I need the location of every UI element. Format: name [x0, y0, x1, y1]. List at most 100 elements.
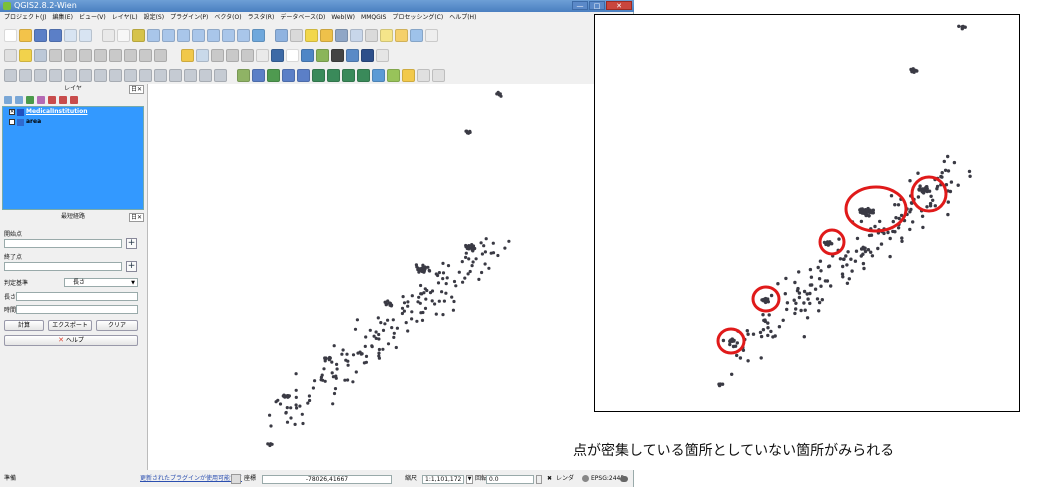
end-point-input[interactable]	[4, 262, 122, 271]
delete-ring-icon[interactable]	[79, 68, 92, 82]
menu-plugins[interactable]: プラグイン(P)	[170, 12, 208, 24]
current-edits-icon[interactable]	[4, 48, 17, 62]
field-calculator-icon[interactable]	[350, 28, 363, 42]
gps-icon[interactable]	[417, 68, 430, 82]
add-delimited-text-icon[interactable]	[372, 68, 385, 82]
measure-icon[interactable]	[365, 28, 378, 42]
merge-attributes-icon[interactable]	[184, 68, 197, 82]
minimize-button[interactable]: —	[572, 1, 588, 10]
coordinate-field[interactable]: -78026,41667	[262, 475, 392, 484]
print-composer-icon[interactable]	[64, 28, 77, 42]
menu-database[interactable]: データベース(D)	[280, 12, 325, 24]
menu-mmqgis[interactable]: MMQGIS	[361, 12, 386, 24]
pan-icon[interactable]	[102, 28, 115, 42]
python-console-icon[interactable]	[271, 48, 284, 62]
help-button[interactable]: ✕ ヘルプ	[4, 335, 138, 346]
simplify-icon[interactable]	[19, 68, 32, 82]
export-button[interactable]: エクスポート	[48, 320, 92, 331]
new-shapefile-icon[interactable]	[387, 68, 400, 82]
coordinate-toggle-icon[interactable]	[231, 474, 241, 484]
identify-icon[interactable]	[275, 28, 288, 42]
rotate-symbol-icon[interactable]	[199, 68, 212, 82]
action-icon[interactable]	[290, 28, 303, 42]
georeferencer-icon[interactable]	[432, 68, 445, 82]
pan-to-selection-icon[interactable]	[132, 28, 145, 42]
start-point-capture-button[interactable]: +	[126, 238, 137, 249]
zoom-full-icon[interactable]	[177, 28, 190, 42]
composer-manager-icon[interactable]	[79, 28, 92, 42]
reshape-icon[interactable]	[109, 68, 122, 82]
show-bookmarks-icon[interactable]	[410, 28, 423, 42]
add-wms-icon[interactable]	[327, 68, 340, 82]
layer-labeling-icon[interactable]	[196, 48, 209, 62]
binoculars-icon[interactable]	[331, 48, 344, 62]
delete-part-icon[interactable]	[94, 68, 107, 82]
add-part-icon[interactable]	[49, 68, 62, 82]
add-postgis-icon[interactable]	[267, 68, 280, 82]
map-tips-icon[interactable]	[380, 28, 393, 42]
add-oracle-icon[interactable]	[312, 68, 325, 82]
add-raster-icon[interactable]	[252, 68, 265, 82]
menu-layer[interactable]: レイヤ(L)	[112, 12, 138, 24]
deselect-icon[interactable]	[320, 28, 333, 42]
bookmark-icon[interactable]	[395, 28, 408, 42]
menu-vector[interactable]: ベクタ(O)	[214, 12, 241, 24]
new-project-icon[interactable]	[4, 28, 17, 42]
pin-label-icon[interactable]	[211, 48, 224, 62]
maximize-button[interactable]: □	[589, 1, 605, 10]
clear-button[interactable]: クリア	[96, 320, 138, 331]
merge-features-icon[interactable]	[169, 68, 182, 82]
add-wfs-icon[interactable]	[357, 68, 370, 82]
expand-all-icon[interactable]	[48, 96, 56, 104]
layer-item-area[interactable]: area	[3, 117, 143, 127]
whats-this-icon[interactable]	[376, 48, 389, 62]
add-mssql-icon[interactable]	[297, 68, 310, 82]
snapping-icon[interactable]	[4, 68, 17, 82]
plugin-update-link[interactable]: 更新されたプラグインが使用可能です	[140, 471, 242, 487]
add-vector-icon[interactable]	[237, 68, 250, 82]
move-feature-icon[interactable]	[64, 48, 77, 62]
cut-features-icon[interactable]	[109, 48, 122, 62]
zoom-out-icon[interactable]	[162, 28, 175, 42]
label-icon[interactable]	[181, 48, 194, 62]
select-features-icon[interactable]	[305, 28, 318, 42]
delete-selected-icon[interactable]	[94, 48, 107, 62]
menu-view[interactable]: ビュー(V)	[79, 12, 106, 24]
shortest-path-icon[interactable]	[316, 48, 329, 62]
new-spatialite-icon[interactable]	[402, 68, 415, 82]
refresh-icon[interactable]	[252, 28, 265, 42]
menu-web[interactable]: Web(W)	[331, 12, 355, 24]
add-ring-icon[interactable]	[34, 68, 47, 82]
layers-panel-close-button[interactable]: 日✕	[128, 85, 144, 94]
pan-hand-icon[interactable]	[117, 28, 130, 42]
zoom-selection-icon[interactable]	[207, 28, 220, 42]
rotate-feature-icon[interactable]	[214, 68, 227, 82]
add-wcs-icon[interactable]	[342, 68, 355, 82]
show-hide-labels-icon[interactable]	[226, 48, 239, 62]
filter-icon[interactable]	[26, 96, 34, 104]
map-canvas[interactable]	[147, 84, 634, 470]
add-group-icon[interactable]	[15, 96, 23, 104]
route-panel-close-button[interactable]: 日✕	[128, 213, 144, 222]
search-icon[interactable]	[346, 48, 359, 62]
csw-icon[interactable]	[286, 48, 299, 62]
move-label-icon[interactable]	[241, 48, 254, 62]
toggle-editing-icon[interactable]	[19, 48, 32, 62]
node-tool-icon[interactable]	[79, 48, 92, 62]
menu-raster[interactable]: ラスタ(R)	[248, 12, 275, 24]
split-parts-icon[interactable]	[154, 68, 167, 82]
filter-legend-icon[interactable]	[37, 96, 45, 104]
more-tools-icon[interactable]	[256, 48, 269, 62]
remove-layer-icon[interactable]	[70, 96, 78, 104]
plugin-python-icon[interactable]	[301, 48, 314, 62]
scale-combobox[interactable]: 1:1,101,172	[422, 475, 464, 484]
split-features-icon[interactable]	[139, 68, 152, 82]
db-manager-icon[interactable]	[361, 48, 374, 62]
save-edits-icon[interactable]	[34, 48, 47, 62]
menu-project[interactable]: プロジェクト(J)	[4, 12, 46, 24]
zoom-layer-icon[interactable]	[192, 28, 205, 42]
add-feature-icon[interactable]	[49, 48, 62, 62]
menu-processing[interactable]: プロセッシング(C)	[392, 12, 443, 24]
layer-item-medical[interactable]: ✕ MedicalInstitution	[3, 107, 143, 117]
collapse-all-icon[interactable]	[59, 96, 67, 104]
